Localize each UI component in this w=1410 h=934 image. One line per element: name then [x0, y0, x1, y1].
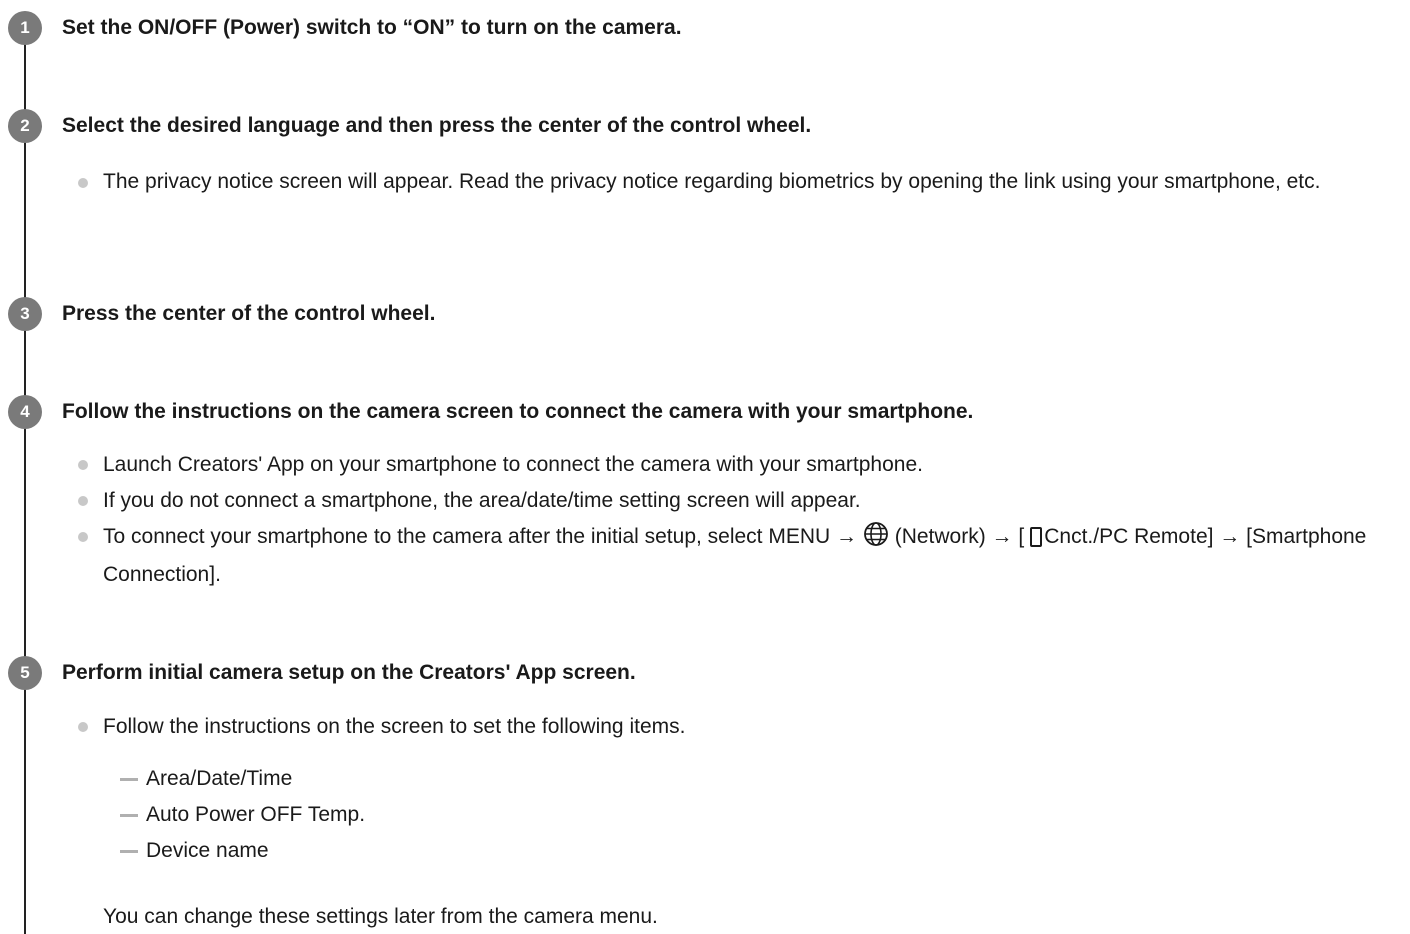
- settings-note: You can change these settings later from…: [103, 905, 658, 928]
- list-item: The privacy notice screen will appear. R…: [103, 170, 1321, 193]
- steps-timeline-line: [24, 24, 26, 934]
- list-item: If you do not connect a smartphone, the …: [103, 489, 861, 512]
- step-title: Perform initial camera setup on the Crea…: [62, 661, 636, 684]
- bullet-dot: [78, 532, 88, 542]
- step-number-badge: 2: [8, 109, 42, 143]
- bullet-dot: [78, 722, 88, 732]
- menu-path-text: To connect your smartphone to the camera…: [103, 525, 858, 548]
- bullet-dot: [78, 496, 88, 506]
- sub-list-item: Area/Date/Time: [146, 767, 293, 790]
- step-number-badge: 1: [8, 11, 42, 45]
- list-item: Launch Creators' App on your smartphone …: [103, 453, 923, 476]
- step-number-badge: 5: [8, 656, 42, 690]
- bullet-dot: [78, 178, 88, 188]
- menu-path-text: (Network) → [: [894, 525, 1025, 548]
- globe-icon: [863, 521, 889, 558]
- step-title: Select the desired language and then pre…: [62, 114, 812, 137]
- step-number-badge: 4: [8, 395, 42, 429]
- list-item-menu-path: To connect your smartphone to the camera…: [103, 520, 1396, 592]
- bullet-dot: [78, 460, 88, 470]
- dash-marker: [120, 850, 138, 853]
- step-number-badge: 3: [8, 297, 42, 331]
- step-title: Press the center of the control wheel.: [62, 302, 436, 325]
- step-title: Follow the instructions on the camera sc…: [62, 400, 974, 423]
- step-title: Set the ON/OFF (Power) switch to “ON” to…: [62, 16, 682, 39]
- dash-marker: [120, 778, 138, 781]
- list-item: Follow the instructions on the screen to…: [103, 715, 686, 738]
- sub-list-item: Auto Power OFF Temp.: [146, 803, 366, 826]
- sub-list-item: Device name: [146, 839, 269, 862]
- smartphone-icon: [1030, 527, 1043, 547]
- dash-marker: [120, 814, 138, 817]
